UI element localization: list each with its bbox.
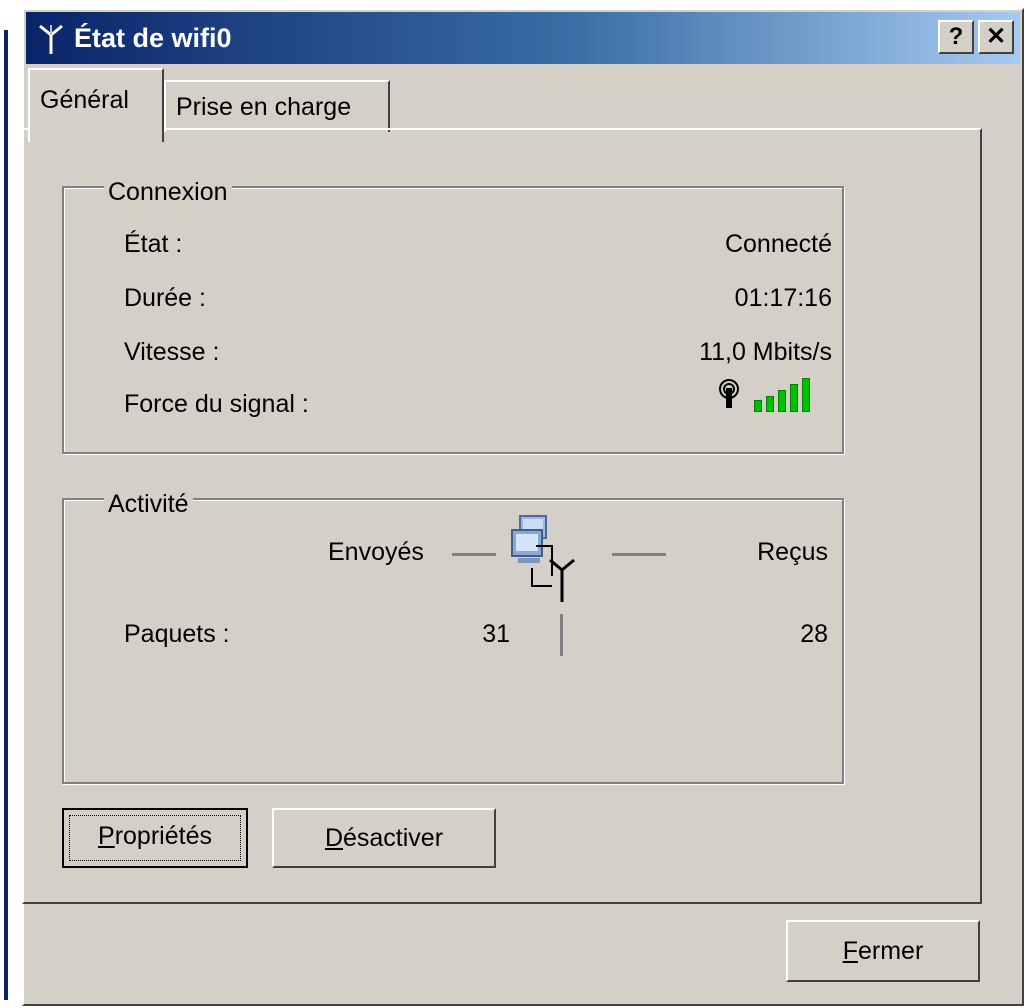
tab-panel-general (22, 128, 982, 904)
antenna-icon (39, 24, 63, 54)
tab-support[interactable]: Prise en charge (164, 80, 390, 132)
close-access-key: F (842, 937, 858, 965)
window-title: État de wifi0 (74, 23, 232, 53)
background-window-edge (4, 30, 8, 1000)
close-button[interactable]: Fermer (786, 920, 980, 982)
title-bar[interactable]: État de wifi0 ? ✕ (26, 12, 1020, 64)
help-button[interactable]: ? (938, 20, 974, 54)
close-label: ermer (857, 937, 924, 965)
tab-general[interactable]: Général (28, 68, 164, 142)
close-icon[interactable]: ✕ (978, 20, 1014, 54)
